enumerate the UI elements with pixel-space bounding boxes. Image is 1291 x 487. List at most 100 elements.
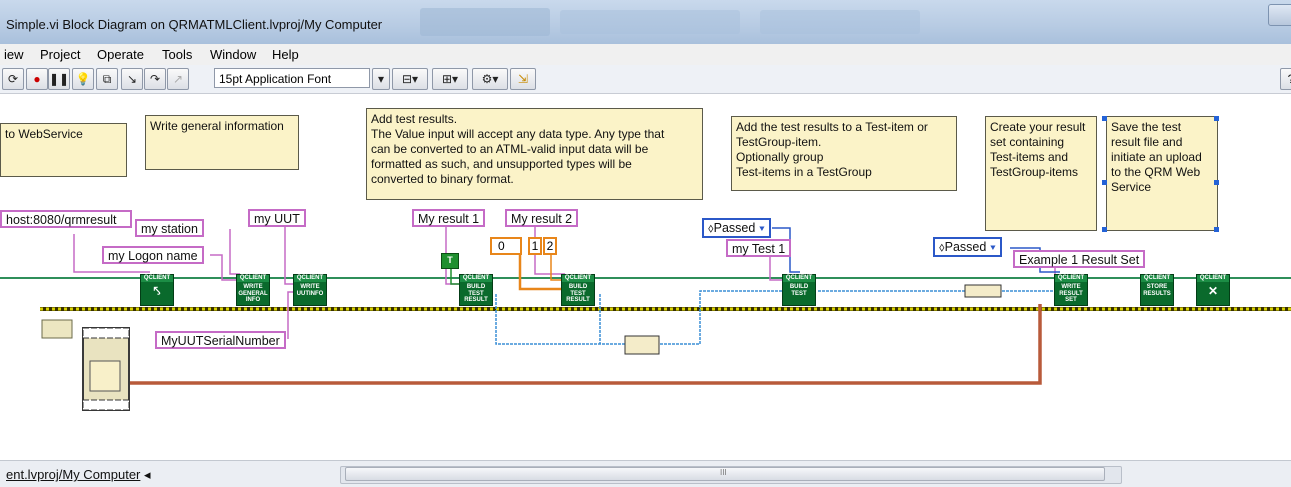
- uut-constant[interactable]: my UUT: [248, 209, 306, 227]
- true-constant[interactable]: T: [441, 253, 459, 269]
- error-in-terminal: [41, 319, 73, 339]
- resize-handle[interactable]: [1102, 227, 1107, 232]
- status-enum-2-value: Passed: [944, 240, 987, 254]
- comment-webservice[interactable]: to WebService: [0, 123, 127, 177]
- distribute-objects-icon[interactable]: ⊞▾: [432, 68, 468, 90]
- status-enum-1[interactable]: ⬨Passed ▾: [702, 218, 771, 238]
- write-uutinfo-vi[interactable]: QCLIENT WRITE UUTINFO: [293, 274, 327, 306]
- menu-help[interactable]: Help: [272, 47, 299, 62]
- serial-constant[interactable]: MyUUTSerialNumber: [155, 331, 286, 349]
- store-results-vi[interactable]: QCLIENT STORE RESULTS: [1140, 274, 1174, 306]
- align-objects-icon[interactable]: ⊟▾: [392, 68, 428, 90]
- build-test-vi[interactable]: QCLIENT BUILD TEST: [782, 274, 816, 306]
- menu-operate[interactable]: Operate: [97, 47, 144, 62]
- highlight-execution-icon[interactable]: 💡: [72, 68, 94, 90]
- reorder-icon[interactable]: ⚙▾: [472, 68, 508, 90]
- grip-icon: III: [720, 468, 727, 477]
- station-wire: [229, 229, 240, 275]
- comment-test-item[interactable]: Add the test results to a Test-item or T…: [731, 116, 957, 191]
- convert-node: [964, 284, 1002, 298]
- open-icon: ⤣: [153, 284, 161, 298]
- result2-constant[interactable]: My result 2: [505, 209, 579, 227]
- pause-icon[interactable]: ❚❚: [48, 68, 70, 90]
- vi-header: QCLIENT: [1055, 275, 1087, 282]
- resultset-constant[interactable]: Example 1 Result Set: [1013, 250, 1146, 268]
- vi-label: WRITE UUTINFO: [296, 284, 324, 297]
- menu-project[interactable]: Project: [40, 47, 80, 62]
- vi-label: BUILD TEST RESULT: [566, 284, 590, 303]
- comment-upload[interactable]: Save the test result file and initiate a…: [1106, 116, 1218, 231]
- block-diagram[interactable]: to WebService Write general information …: [0, 94, 1291, 460]
- station-constant[interactable]: my station: [135, 219, 204, 237]
- title-bar-tab: [420, 8, 550, 36]
- step-out-icon[interactable]: ↗: [167, 68, 189, 90]
- result1-constant[interactable]: My result 1: [412, 209, 486, 227]
- test1-constant[interactable]: my Test 1: [726, 239, 792, 257]
- build-array-node: [624, 335, 660, 355]
- dropdown-icon: ▾: [758, 221, 765, 235]
- status-bar: ent.lvproj/My Computer ◂ III: [0, 460, 1291, 487]
- vi-header: QCLIENT: [294, 275, 326, 282]
- abort-icon[interactable]: ●: [26, 68, 48, 90]
- vi-label: WRITE RESULT SET: [1059, 284, 1083, 303]
- vi-header: QCLIENT: [783, 275, 815, 282]
- step-over-icon[interactable]: ↷: [144, 68, 166, 90]
- client-close-vi[interactable]: QCLIENT ✕: [1196, 274, 1230, 306]
- vi-label: BUILD TEST RESULT: [464, 284, 488, 303]
- scrollbar-thumb[interactable]: III: [345, 467, 1105, 481]
- resize-handle[interactable]: [1102, 180, 1107, 185]
- vi-header: QCLIENT: [1197, 275, 1229, 282]
- array-element[interactable]: 2: [543, 237, 557, 255]
- retain-wire-values-icon[interactable]: ⧉: [96, 68, 118, 90]
- vi-header: QCLIENT: [460, 275, 492, 282]
- resize-handle[interactable]: [1102, 116, 1107, 121]
- scroll-left-icon[interactable]: ◂: [144, 467, 151, 482]
- loop-bottom-edge: [82, 399, 130, 411]
- project-path-text: ent.lvproj/My Computer: [6, 467, 141, 482]
- title-bar-tab: [560, 10, 740, 34]
- project-path: ent.lvproj/My Computer ◂: [6, 467, 151, 483]
- step-into-icon[interactable]: ↘: [121, 68, 143, 90]
- build-test-result-vi-1[interactable]: QCLIENT BUILD TEST RESULT: [459, 274, 493, 306]
- title-bar-tab: [760, 10, 920, 34]
- clean-up-diagram-icon[interactable]: ⇲: [510, 68, 536, 90]
- write-general-info-vi[interactable]: QCLIENT WRITE GENERAL INFO: [236, 274, 270, 306]
- status-enum-2[interactable]: ⬨Passed ▾: [933, 237, 1002, 257]
- array-element[interactable]: 1: [528, 237, 542, 255]
- close-icon: ✕: [1207, 284, 1219, 298]
- menu-tools[interactable]: Tools: [162, 47, 192, 62]
- run-continuously-icon[interactable]: ⟳: [2, 68, 24, 90]
- vi-header: QCLIENT: [141, 275, 173, 282]
- menu-bar: iew Project Operate Tools Window Help: [0, 44, 1291, 65]
- loop-icon-frame: [89, 360, 121, 392]
- url-constant[interactable]: host:8080/qrmresult: [0, 210, 132, 228]
- context-help-icon[interactable]: ?: [1280, 68, 1291, 90]
- font-select[interactable]: 15pt Application Font: [214, 68, 370, 88]
- comment-result-set[interactable]: Create your result set containing Test-i…: [985, 116, 1097, 231]
- vi-header: QCLIENT: [1141, 275, 1173, 282]
- array-index[interactable]: 0: [490, 237, 522, 255]
- resize-handle[interactable]: [1214, 180, 1219, 185]
- menu-view[interactable]: iew: [4, 47, 24, 62]
- build-test-result-vi-2[interactable]: QCLIENT BUILD TEST RESULT: [561, 274, 595, 306]
- resize-handle[interactable]: [1214, 116, 1219, 121]
- vi-header: QCLIENT: [562, 275, 594, 282]
- toolbar: ⟳ ● ❚❚ 💡 ⧉ ↘ ↷ ↗ 15pt Application Font ▾…: [0, 65, 1291, 94]
- write-result-set-vi[interactable]: QCLIENT WRITE RESULT SET: [1054, 274, 1088, 306]
- font-dropdown-icon[interactable]: ▾: [372, 68, 390, 90]
- minimize-button[interactable]: [1268, 4, 1291, 26]
- client-open-vi[interactable]: QCLIENT ⤣: [140, 274, 174, 306]
- vi-header: QCLIENT: [237, 275, 269, 282]
- test-result-array-wire: [660, 290, 784, 345]
- comment-general-info[interactable]: Write general information: [145, 115, 299, 170]
- resize-handle[interactable]: [1214, 227, 1219, 232]
- title-bar: Simple.vi Block Diagram on QRMATMLClient…: [0, 0, 1291, 45]
- font-select-value: 15pt Application Font: [219, 72, 332, 86]
- loop-top-edge: [82, 327, 130, 339]
- vi-label: STORE RESULTS: [1143, 284, 1171, 297]
- status-enum-1-value: Passed: [713, 221, 756, 235]
- menu-window[interactable]: Window: [210, 47, 256, 62]
- comment-test-results[interactable]: Add test results. The Value input will a…: [366, 108, 703, 200]
- dropdown-icon: ▾: [989, 240, 996, 254]
- logon-constant[interactable]: my Logon name: [102, 246, 204, 264]
